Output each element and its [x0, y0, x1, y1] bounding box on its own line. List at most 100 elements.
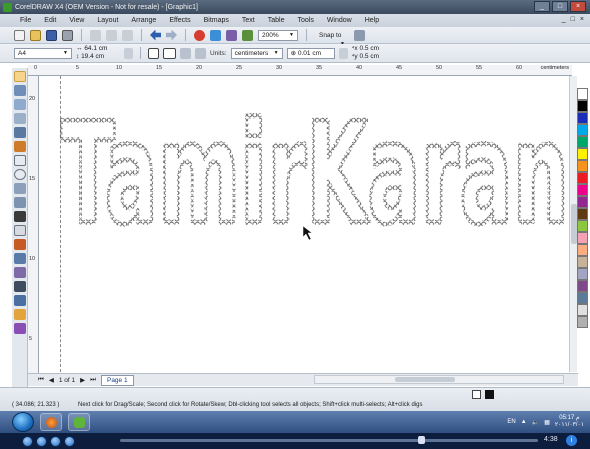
interactive-fill-icon[interactable]	[14, 323, 26, 334]
network-icon[interactable]: ▦	[544, 419, 550, 426]
all-pages-icon[interactable]	[180, 47, 191, 59]
connector-tool-icon[interactable]	[14, 253, 26, 264]
shape-tool-icon[interactable]	[14, 85, 26, 96]
volume-icon[interactable]: 🔈	[532, 419, 539, 426]
menu-table[interactable]: Table	[268, 17, 285, 24]
vertical-scrollbar[interactable]	[569, 76, 577, 372]
palette-swatch[interactable]	[577, 148, 588, 160]
minimize-button[interactable]: _	[534, 1, 550, 12]
doc-minimize-button[interactable]: _	[562, 16, 566, 23]
current-page-icon[interactable]	[195, 47, 206, 59]
info-icon[interactable]: i	[566, 435, 577, 446]
palette-swatch[interactable]	[577, 244, 588, 256]
seek-knob[interactable]	[417, 436, 425, 444]
palette-swatch[interactable]	[577, 196, 588, 208]
previous-track-icon[interactable]	[22, 435, 33, 447]
palette-swatch[interactable]	[577, 88, 588, 100]
maximize-button[interactable]: □	[552, 1, 568, 12]
menu-window[interactable]: Window	[327, 17, 352, 24]
next-page-icon[interactable]: ▶	[80, 376, 85, 384]
page-height-field[interactable]: ↕ 19.4 cm	[76, 53, 120, 61]
coreldraw-app-icon[interactable]	[3, 2, 12, 12]
outline-indicator-icon[interactable]	[485, 390, 494, 399]
fill-indicator-icon[interactable]	[472, 390, 481, 399]
polygon-tool-icon[interactable]	[14, 183, 26, 194]
palette-swatch[interactable]	[577, 292, 588, 304]
print-icon[interactable]	[62, 29, 73, 41]
doc-restore-button[interactable]: □	[571, 16, 575, 23]
doc-close-button[interactable]: ×	[580, 16, 584, 23]
rhinestone-lettering[interactable]: TamirKaran	[58, 90, 569, 259]
basic-shapes-icon[interactable]	[14, 197, 26, 208]
portrait-icon[interactable]	[148, 47, 159, 59]
start-button[interactable]	[12, 412, 34, 432]
palette-swatch[interactable]	[577, 184, 588, 196]
zoom-levels-combo[interactable]: 200% ▼	[258, 29, 298, 41]
last-page-icon[interactable]: ⏭	[90, 376, 96, 384]
freehand-tool-icon[interactable]	[14, 127, 26, 138]
landscape-icon[interactable]	[163, 47, 176, 59]
interactive-blend-icon[interactable]	[14, 267, 26, 278]
fill-tool-icon[interactable]	[14, 309, 26, 320]
palette-swatch[interactable]	[577, 100, 588, 112]
crop-tool-icon[interactable]	[14, 99, 26, 110]
copy-icon[interactable]	[106, 29, 117, 41]
menu-view[interactable]: View	[69, 17, 84, 24]
spinner-icon[interactable]	[338, 47, 348, 59]
eyedropper-icon[interactable]	[14, 281, 26, 292]
redo-icon[interactable]	[166, 29, 177, 41]
palette-swatch[interactable]	[577, 208, 588, 220]
parallel-dimension-icon[interactable]	[14, 239, 26, 250]
nudge-offset-field[interactable]: ⊕ 0.01 cm	[286, 47, 335, 59]
menu-edit[interactable]: Edit	[44, 17, 56, 24]
scrollbar-thumb[interactable]	[395, 377, 455, 382]
palette-swatch[interactable]	[577, 112, 588, 124]
welcome-screen-icon[interactable]	[242, 29, 253, 41]
palette-swatch[interactable]	[577, 124, 588, 136]
application-launcher-icon[interactable]	[226, 29, 237, 41]
close-button[interactable]: ×	[570, 1, 586, 12]
new-document-icon[interactable]	[14, 29, 25, 41]
spinner-icon[interactable]	[124, 47, 133, 59]
paper-type-combo[interactable]: A4 ▼	[14, 47, 72, 59]
import-icon[interactable]	[194, 29, 205, 41]
palette-swatch[interactable]	[577, 256, 588, 268]
palette-swatch[interactable]	[577, 220, 588, 232]
palette-swatch[interactable]	[577, 304, 588, 316]
menu-tools[interactable]: Tools	[297, 17, 313, 24]
text-tool-icon[interactable]	[14, 211, 26, 222]
menu-effects[interactable]: Effects	[169, 17, 190, 24]
cut-icon[interactable]	[90, 29, 101, 41]
vertical-ruler[interactable]: 20 15 10 5	[28, 76, 39, 373]
palette-swatch[interactable]	[577, 316, 588, 328]
menu-arrange[interactable]: Arrange	[131, 17, 156, 24]
menu-layout[interactable]: Layout	[97, 17, 118, 24]
first-page-icon[interactable]: ⏮	[38, 376, 44, 384]
menu-file[interactable]: File	[20, 17, 31, 24]
duplicate-y-field[interactable]: ⁴y 0.5 cm	[352, 53, 412, 61]
language-indicator[interactable]: EN	[507, 419, 515, 425]
palette-swatch[interactable]	[577, 136, 588, 148]
seek-bar[interactable]	[120, 436, 538, 444]
previous-page-icon[interactable]: ◀	[49, 376, 54, 384]
play-icon[interactable]	[50, 435, 61, 447]
outline-pen-icon[interactable]	[14, 295, 26, 306]
palette-swatch[interactable]	[577, 232, 588, 244]
horizontal-scrollbar[interactable]	[314, 375, 564, 384]
menu-bitmaps[interactable]: Bitmaps	[204, 17, 229, 24]
horizontal-ruler[interactable]: 0 5 10 15 20 25 30 35 40 45 50 55 60 cen…	[28, 65, 572, 76]
palette-swatch[interactable]	[577, 268, 588, 280]
page-width-field[interactable]: ↔ 64.1 cm	[76, 45, 120, 53]
table-tool-icon[interactable]	[14, 225, 26, 236]
export-icon[interactable]	[210, 29, 221, 41]
palette-swatch[interactable]	[577, 280, 588, 292]
duplicate-x-field[interactable]: ⁴x 0.5 cm	[352, 45, 412, 53]
palette-swatch[interactable]	[577, 172, 588, 184]
drawing-canvas[interactable]: TamirKaran	[39, 76, 569, 372]
page-tab[interactable]: Page 1	[100, 374, 134, 386]
tray-arrow-icon[interactable]: ▲	[521, 419, 527, 425]
save-icon[interactable]	[46, 29, 57, 41]
paste-icon[interactable]	[122, 29, 133, 41]
smart-fill-icon[interactable]	[14, 141, 26, 152]
clock[interactable]: 05:17 م ٢٠١١/٠٣/٠١	[555, 415, 584, 429]
